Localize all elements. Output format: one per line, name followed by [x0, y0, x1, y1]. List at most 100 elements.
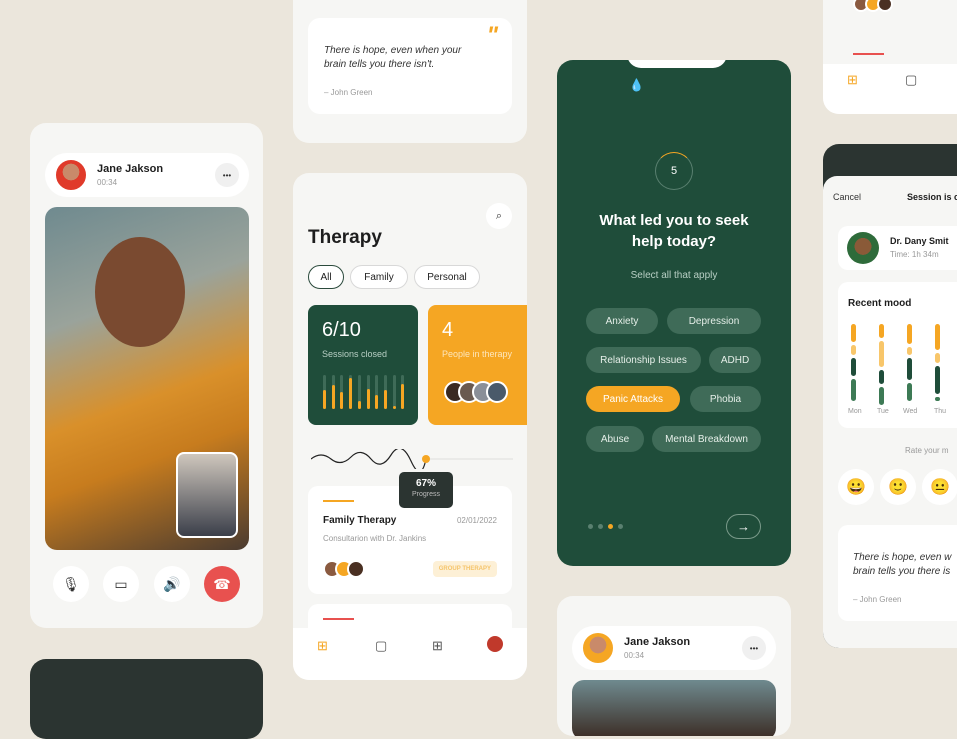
cancel-button[interactable]: Cancel — [833, 192, 861, 202]
avatar — [347, 560, 365, 578]
call-time: 00:34 — [97, 178, 118, 187]
quote-screen: " There is hope, even when your brain te… — [293, 0, 527, 143]
session-bar — [375, 395, 379, 409]
mood-segment — [935, 397, 940, 401]
progress-label: Progress — [411, 491, 440, 498]
sessions-card[interactable]: 6/10 Sessions closed — [308, 305, 418, 425]
mood-segment — [935, 353, 940, 363]
caller-name: Jane Jakson — [624, 636, 691, 648]
tab-personal[interactable]: Personal — [414, 265, 480, 289]
doctor-name: Dr. Dany Smit — [890, 236, 949, 246]
sessions-label: Sessions closed — [322, 349, 388, 359]
option-depression[interactable]: Depression — [667, 308, 761, 334]
nav-apps-icon[interactable]: ⊞ — [432, 638, 443, 654]
mood-segment — [879, 341, 884, 367]
more-button[interactable]: ••• — [215, 163, 239, 187]
session-sheet: Cancel Session is c Dr. Dany Smit Time: … — [823, 176, 957, 648]
quote-text: There is hope, even when your brain tell… — [324, 45, 462, 70]
next-button[interactable]: → — [726, 514, 761, 539]
avatar — [877, 0, 893, 12]
cloud-rain-icon — [627, 60, 727, 68]
bottom-nav: ⊞ ▢ ⊞ — [293, 628, 527, 680]
session-time: Time: 1h 34m — [890, 250, 939, 259]
mood-segment — [851, 379, 856, 401]
doctor-avatar — [847, 232, 879, 264]
session-bar-track — [392, 375, 396, 409]
emoji-happy[interactable]: 😀 — [838, 469, 874, 505]
session-bar — [323, 390, 326, 409]
nav-chat-icon[interactable]: ▢ — [905, 72, 917, 88]
avatar — [486, 381, 508, 403]
people-value: 4 — [442, 319, 454, 341]
therapy-screen: ⌕ Therapy All Family Personal 6/10 Sessi… — [293, 173, 527, 680]
person-face — [95, 237, 185, 347]
speaker-button[interactable]: 🔊 — [154, 566, 190, 602]
emoji-neutral[interactable]: 😐 — [922, 469, 957, 505]
mood-segment — [907, 358, 912, 380]
day-mon: Mon — [848, 408, 862, 415]
nav-home-icon[interactable]: ⊞ — [847, 72, 858, 88]
tab-family[interactable]: Family — [350, 265, 408, 289]
call-time: 00:34 — [624, 651, 645, 660]
mood-segment — [935, 324, 940, 350]
day-tue: Tue — [877, 408, 889, 415]
emoji-smile[interactable]: 🙂 — [880, 469, 916, 505]
search-button[interactable]: ⌕ — [486, 203, 512, 229]
option-relationship[interactable]: Relationship Issues — [586, 347, 701, 373]
session-bar — [392, 406, 396, 409]
caller-header: Jane Jakson 00:34 ••• — [45, 153, 249, 197]
option-adhd[interactable]: ADHD — [709, 347, 761, 373]
pip-video[interactable] — [176, 452, 238, 538]
quote-mark-icon: " — [486, 22, 498, 49]
avatar — [581, 631, 615, 665]
session-bar — [401, 383, 405, 409]
dark-screen — [30, 659, 263, 739]
question-title: What led you to seek help today? — [599, 212, 749, 250]
mood-card: Recent mood Mon Tue Wed Thu — [838, 282, 957, 428]
nav-home-icon[interactable]: ⊞ — [317, 638, 328, 654]
rate-mood-label: Rate your m — [905, 446, 949, 455]
avatar — [54, 158, 88, 192]
caller-header: Jane Jakson 00:34 ••• — [572, 626, 776, 670]
option-abuse[interactable]: Abuse — [586, 426, 644, 452]
video-call-screen: Jane Jakson 00:34 ••• 🎙 ▭ 🔊 ☎ — [30, 123, 263, 628]
mood-segment — [935, 366, 940, 394]
camera-button[interactable]: ▭ — [103, 566, 139, 602]
mood-segment — [879, 387, 884, 405]
video-feed — [572, 680, 776, 736]
people-label: People in therapy — [442, 349, 513, 359]
tab-all[interactable]: All — [308, 265, 344, 289]
step-indicator: 5 — [655, 152, 693, 190]
mood-title: Recent mood — [848, 298, 912, 309]
doctor-card[interactable]: Dr. Dany Smit Time: 1h 34m — [838, 226, 957, 270]
mood-segment — [851, 358, 856, 376]
mic-button[interactable]: 🎙 — [53, 566, 89, 602]
option-panic-attacks[interactable]: Panic Attacks — [586, 386, 680, 412]
question-screen: 💧 5 What led you to seek help today? Sel… — [557, 60, 791, 566]
option-mental-breakdown[interactable]: Mental Breakdown — [652, 426, 761, 452]
option-phobia[interactable]: Phobia — [690, 386, 761, 412]
question-subtitle: Select all that apply — [630, 270, 718, 281]
bottom-nav: ⊞ ▢ — [823, 64, 957, 114]
people-card[interactable]: 4 People in therapy — [428, 305, 527, 425]
nav-chat-icon[interactable]: ▢ — [375, 638, 387, 654]
day-wed: Wed — [903, 408, 918, 415]
nav-profile-avatar[interactable] — [487, 636, 503, 652]
accent-line — [323, 500, 354, 502]
end-call-button[interactable]: ☎ — [204, 566, 240, 602]
progress-wave — [311, 449, 513, 469]
mood-segment — [851, 324, 856, 342]
more-button[interactable]: ••• — [742, 636, 766, 660]
group-therapy-badge: GROUP THERAPY — [432, 561, 497, 577]
day-thu: Thu — [934, 408, 947, 415]
accent-line — [323, 618, 354, 620]
progress-value: 67% — [415, 478, 436, 489]
mood-segment — [907, 383, 912, 401]
session-screen: Cancel Session is c Dr. Dany Smit Time: … — [823, 144, 957, 648]
mood-segment — [851, 345, 856, 355]
session-title: Session is c — [907, 192, 957, 202]
quote-author: – John Green — [324, 88, 373, 97]
session-bar — [349, 378, 353, 409]
quote-card: " There is hope, even when your brain te… — [308, 18, 512, 114]
option-anxiety[interactable]: Anxiety — [586, 308, 658, 334]
